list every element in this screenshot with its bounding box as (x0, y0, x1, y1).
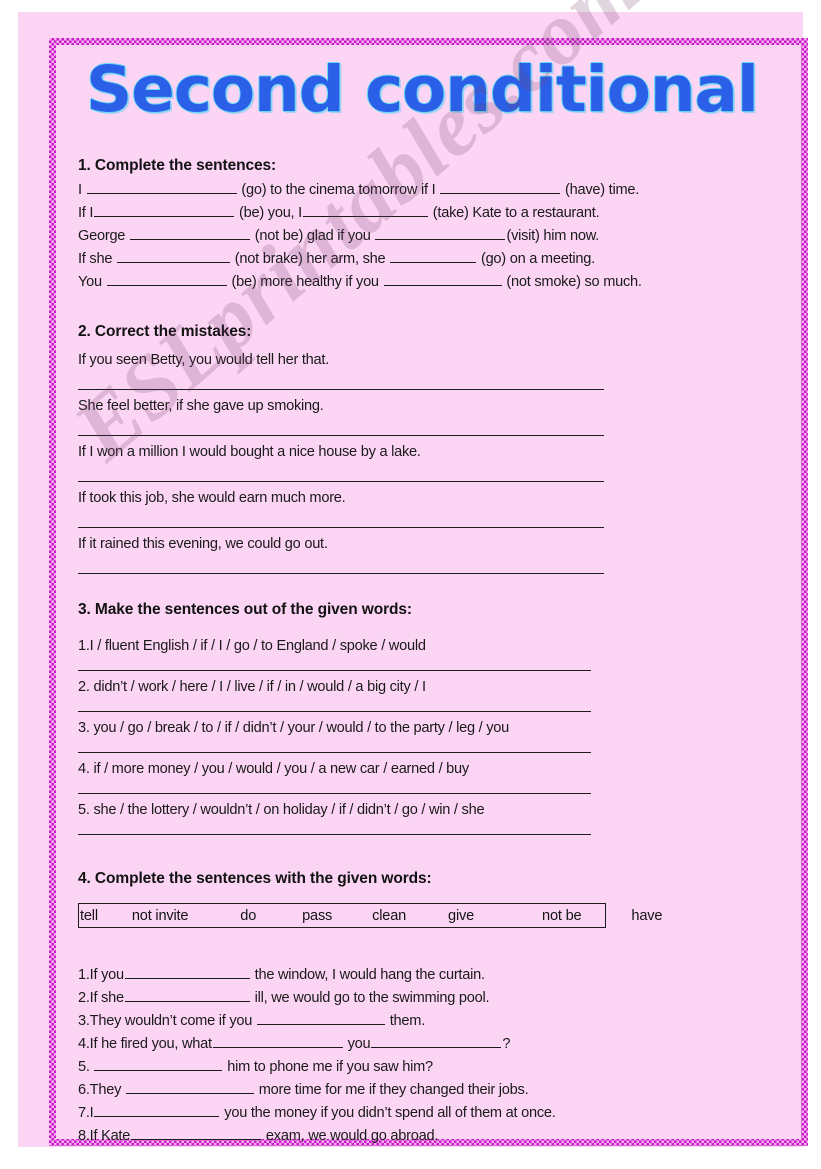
answer-blank[interactable] (371, 1033, 502, 1048)
answer-blank[interactable] (256, 1010, 385, 1025)
answer-blank[interactable] (440, 179, 561, 194)
answer-rule[interactable] (78, 389, 604, 390)
answer-blank[interactable] (117, 248, 230, 263)
answer-blank[interactable] (124, 987, 250, 1002)
answer-rule[interactable] (78, 435, 604, 436)
fill-in-sentence: 8.If Kate exam, we would go abroad. (78, 1125, 778, 1148)
word-bank-word[interactable]: not invite (132, 908, 189, 924)
fill-in-sentence: If she (not brake) her arm, she (go) on … (78, 248, 778, 271)
answer-blank[interactable] (94, 1102, 220, 1117)
section-4-heading: 4. Complete the sentences with the given… (78, 870, 432, 887)
word-bank-word[interactable]: clean (372, 908, 406, 924)
answer-blank[interactable] (94, 202, 235, 217)
page-title: Second conditional (86, 53, 759, 126)
answer-blank[interactable] (86, 179, 237, 194)
section-3-items: 1.I / fluent English / if / I / go / to … (78, 635, 778, 840)
word-bank-word[interactable]: not be (542, 908, 582, 924)
section-2-items: If you seen Betty, you would tell her th… (78, 349, 778, 579)
section-1-items: I (go) to the cinema tomorrow if I (have… (78, 179, 778, 294)
mistake-sentence: If it rained this evening, we could go o… (78, 536, 328, 552)
scramble-item: 2. didn’t / work / here / I / live / if … (78, 676, 778, 717)
fill-in-sentence: George (not be) glad if you (visit) him … (78, 225, 778, 248)
fill-in-sentence: 2.If she ill, we would go to the swimmin… (78, 987, 778, 1010)
mistake-sentence: If you seen Betty, you would tell her th… (78, 352, 330, 368)
mistake-item: If took this job, she would earn much mo… (78, 487, 778, 533)
answer-blank[interactable] (94, 1056, 223, 1071)
scramble-item: 3. you / go / break / to / if / didn’t /… (78, 717, 778, 758)
fill-in-sentence: If I (be) you, I (take) Kate to a restau… (78, 202, 778, 225)
word-bank-word[interactable]: give (448, 908, 474, 924)
section-4: 4. Complete the sentences with the given… (78, 870, 778, 1148)
answer-blank[interactable] (375, 225, 506, 240)
answer-blank[interactable] (125, 1079, 254, 1094)
section-1: 1. Complete the sentences: I (go) to the… (78, 157, 778, 294)
mistake-item: She feel better, if she gave up smoking. (78, 395, 778, 441)
word-bank-word[interactable]: pass (302, 908, 332, 924)
answer-rule[interactable] (78, 527, 604, 528)
section-3: 3. Make the sentences out of the given w… (78, 601, 778, 840)
fill-in-sentence: I (go) to the cinema tomorrow if I (have… (78, 179, 778, 202)
scramble-item: 4. if / more money / you / would / you /… (78, 758, 778, 799)
fill-in-sentence: You (be) more healthy if you (not smoke)… (78, 271, 778, 294)
answer-blank[interactable] (131, 1125, 262, 1140)
fill-in-sentence: 1.If you the window, I would hang the cu… (78, 964, 778, 987)
mistake-item: If you seen Betty, you would tell her th… (78, 349, 778, 395)
fill-in-sentence: 7.I you the money if you didn’t spend al… (78, 1102, 778, 1125)
mistake-item: If I won a million I would bought a nice… (78, 441, 778, 487)
answer-blank[interactable] (124, 964, 250, 979)
worksheet-sheet: Second conditional 1. Complete the sente… (18, 0, 808, 1147)
scramble-words: 2. didn’t / work / here / I / live / if … (78, 679, 426, 695)
fill-in-sentence: 6.They more time for me if they changed … (78, 1079, 778, 1102)
answer-rule[interactable] (78, 793, 591, 794)
mistake-item: If it rained this evening, we could go o… (78, 533, 778, 579)
section-2-heading: 2. Correct the mistakes: (78, 323, 252, 340)
answer-rule[interactable] (78, 711, 591, 712)
mistake-sentence: If took this job, she would earn much mo… (78, 490, 346, 506)
fill-in-sentence: 3.They wouldn’t come if you them. (78, 1010, 778, 1033)
scramble-item: 1.I / fluent English / if / I / go / to … (78, 635, 778, 676)
answer-blank[interactable] (106, 271, 227, 286)
answer-rule[interactable] (78, 573, 604, 574)
answer-rule[interactable] (78, 481, 604, 482)
answer-rule[interactable] (78, 670, 591, 671)
section-3-heading: 3. Make the sentences out of the given w… (78, 601, 412, 618)
word-bank-word[interactable]: do (240, 908, 256, 924)
answer-blank[interactable] (390, 248, 477, 263)
answer-blank[interactable] (302, 202, 428, 217)
mistake-sentence: If I won a million I would bought a nice… (78, 444, 421, 460)
answer-rule[interactable] (78, 752, 591, 753)
scramble-words: 1.I / fluent English / if / I / go / to … (78, 638, 426, 654)
section-4-items: 1.If you the window, I would hang the cu… (78, 964, 778, 1148)
fill-in-sentence: 5. him to phone me if you saw him? (78, 1056, 778, 1079)
section-2: 2. Correct the mistakes: If you seen Bet… (78, 323, 778, 579)
word-bank-word[interactable]: tell (80, 908, 98, 924)
scramble-words: 5. she / the lottery / wouldn’t / on hol… (78, 802, 485, 818)
mistake-sentence: She feel better, if she gave up smoking. (78, 398, 324, 414)
scramble-words: 3. you / go / break / to / if / didn’t /… (78, 720, 510, 736)
scramble-words: 4. if / more money / you / would / you /… (78, 761, 469, 777)
word-bank-word[interactable]: have (631, 908, 662, 924)
answer-blank[interactable] (212, 1033, 343, 1048)
scramble-item: 5. she / the lottery / wouldn’t / on hol… (78, 799, 778, 840)
answer-rule[interactable] (78, 834, 591, 835)
fill-in-sentence: 4.If he fired you, what you? (78, 1033, 778, 1056)
answer-blank[interactable] (383, 271, 502, 286)
section-1-heading: 1. Complete the sentences: (78, 157, 277, 174)
worksheet-content: Second conditional 1. Complete the sente… (56, 45, 801, 1144)
worksheet-page: Second conditional 1. Complete the sente… (0, 0, 821, 1169)
answer-blank[interactable] (129, 225, 250, 240)
word-bank: tell not invite do pass clean give not be have (78, 903, 662, 928)
